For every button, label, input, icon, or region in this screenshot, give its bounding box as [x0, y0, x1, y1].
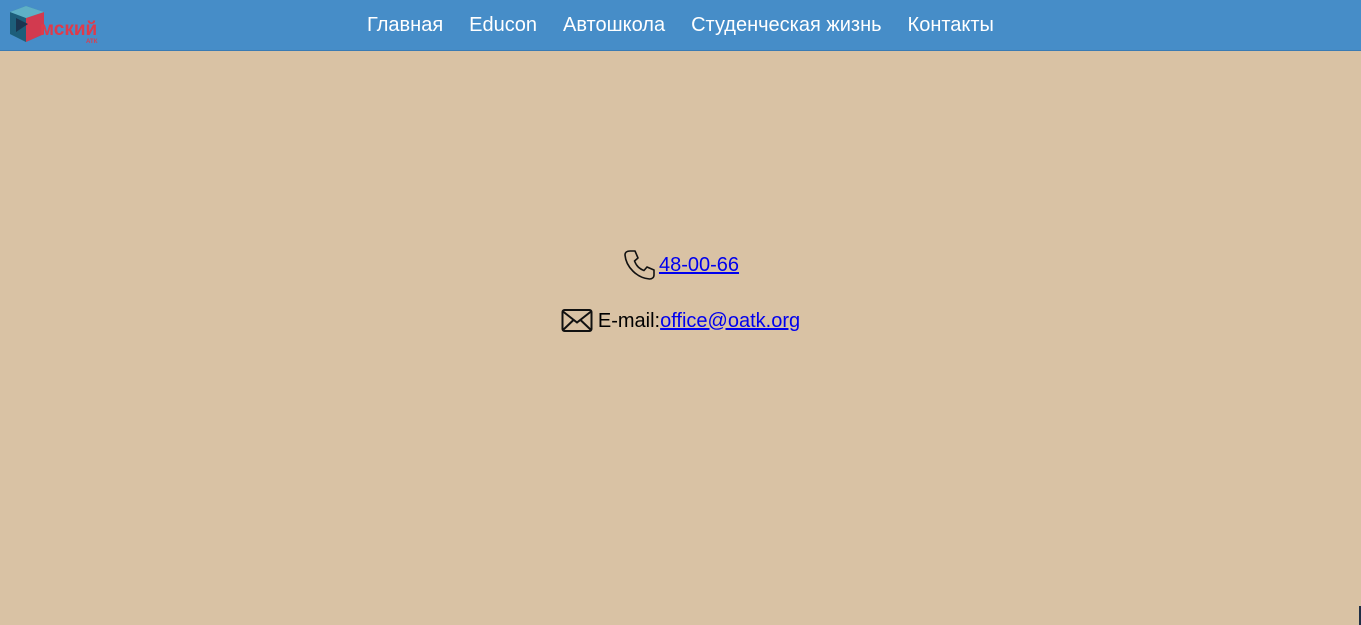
phone-row: 48-00-66: [0, 248, 1361, 282]
contacts-block: 48-00-66 E-mail: office@oatk.org: [0, 248, 1361, 338]
main-nav: Главная Educon Автошкола Студенческая жи…: [0, 0, 1361, 51]
top-navbar: мский АТК Главная Educon Автошкола Студе…: [0, 0, 1361, 51]
nav-student-life[interactable]: Студенческая жизнь: [691, 0, 881, 51]
email-label: E-mail:: [597, 309, 661, 332]
phone-icon: [624, 250, 655, 280]
envelope-icon: [561, 309, 593, 332]
nav-educon[interactable]: Educon: [469, 0, 537, 51]
nav-home[interactable]: Главная: [367, 0, 443, 51]
nav-driving-school[interactable]: Автошкола: [563, 0, 665, 51]
phone-link[interactable]: 48-00-66: [659, 254, 739, 277]
nav-contacts[interactable]: Контакты: [908, 0, 994, 51]
email-row: E-mail: office@oatk.org: [0, 304, 1361, 338]
email-link[interactable]: office@oatk.org: [660, 310, 800, 333]
